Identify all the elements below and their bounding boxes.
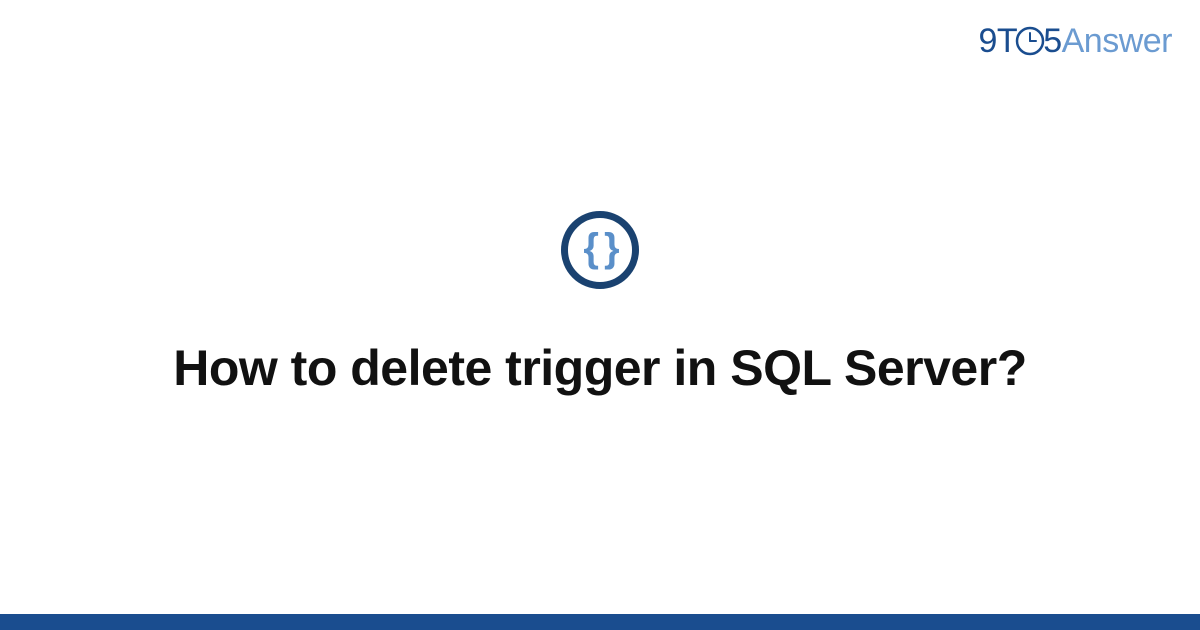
category-code-icon: { } <box>561 211 639 289</box>
bottom-accent-bar <box>0 614 1200 630</box>
main-content: { } How to delete trigger in SQL Server? <box>0 0 1200 630</box>
braces-icon: { } <box>583 228 616 268</box>
question-title: How to delete trigger in SQL Server? <box>173 337 1026 400</box>
